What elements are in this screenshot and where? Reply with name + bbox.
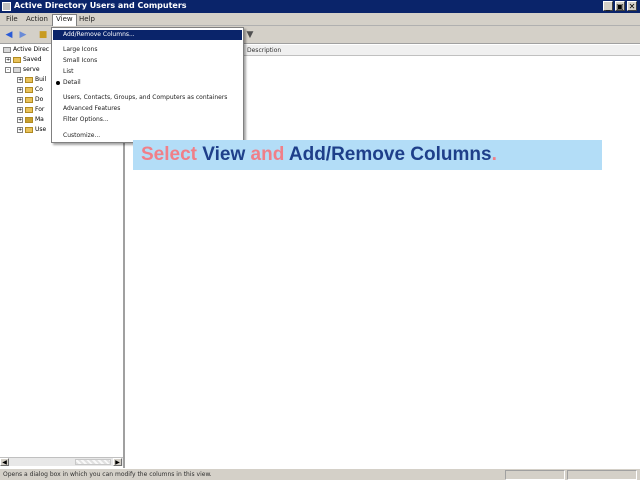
tree-item-label: Use: [35, 126, 47, 133]
status-panel: [505, 470, 565, 480]
radio-bullet-icon: [56, 81, 60, 85]
domain-icon: [13, 66, 21, 73]
tree-item-saved-queries[interactable]: + Saved: [5, 56, 42, 65]
tree-item-label: serve: [23, 66, 40, 73]
folder-icon: [25, 76, 33, 83]
folder-icon: [25, 96, 33, 103]
menu-item-small-icons[interactable]: Small Icons: [53, 56, 242, 66]
menu-separator: [56, 90, 240, 91]
collapse-icon[interactable]: -: [5, 66, 11, 73]
title-bar: Active Directory Users and Computers _ ▣…: [0, 0, 640, 13]
menu-file[interactable]: File: [6, 15, 18, 23]
menu-action[interactable]: Action: [26, 15, 48, 23]
scroll-thumb[interactable]: [75, 459, 111, 465]
tree-item-label: Co: [35, 86, 43, 93]
close-button[interactable]: ✕: [627, 1, 637, 11]
back-arrow-icon[interactable]: ◀: [3, 29, 15, 41]
tree-item-domain[interactable]: - serve: [5, 66, 40, 75]
expand-icon[interactable]: +: [17, 86, 23, 93]
scroll-left-icon[interactable]: ◀: [0, 458, 9, 466]
expand-icon[interactable]: +: [17, 96, 23, 103]
status-text: Opens a dialog box in which you can modi…: [3, 471, 212, 478]
tree-item-label: Do: [35, 96, 44, 103]
expand-icon[interactable]: +: [5, 56, 11, 63]
tree-item-label: Active Direc: [13, 46, 50, 53]
menu-item-filter-options[interactable]: Filter Options...: [53, 115, 242, 125]
folder-icon: [25, 126, 33, 133]
callout-word: Add/Remove Columns: [288, 144, 492, 165]
tree-item-users[interactable]: + Use: [17, 126, 46, 135]
menu-item-large-icons[interactable]: Large Icons: [53, 45, 242, 55]
menu-item-add-remove-columns[interactable]: Add/Remove Columns...: [53, 30, 242, 40]
menu-view[interactable]: View: [52, 14, 77, 26]
scroll-right-icon[interactable]: ▶: [113, 458, 122, 466]
tree-item-foreign-security[interactable]: + For: [17, 106, 44, 115]
status-panel: [567, 470, 637, 480]
menu-item-advanced-features[interactable]: Advanced Features: [53, 104, 242, 114]
maximize-button[interactable]: ▣: [615, 1, 625, 11]
tree-item-domain-controllers[interactable]: + Do: [17, 96, 43, 105]
filter-icon[interactable]: ▼: [244, 29, 256, 41]
column-description[interactable]: Description: [247, 47, 281, 54]
status-bar: Opens a dialog box in which you can modi…: [0, 468, 640, 480]
callout-word: .: [491, 144, 497, 165]
tree-item-label: Buil: [35, 76, 47, 83]
tree-item-root[interactable]: Active Direc: [3, 46, 49, 55]
expand-icon[interactable]: +: [17, 116, 23, 123]
folder-icon: [25, 106, 33, 113]
minimize-button[interactable]: _: [603, 1, 613, 11]
expand-icon[interactable]: +: [17, 106, 23, 113]
tree-item-label: Saved: [23, 56, 42, 63]
menu-item-detail[interactable]: Detail: [53, 78, 242, 88]
menu-help[interactable]: Help: [79, 15, 95, 23]
callout-word: and: [250, 144, 285, 165]
folder-icon: [25, 86, 33, 93]
tree-horizontal-scrollbar[interactable]: ◀ ▶: [0, 457, 123, 466]
menu-separator: [56, 127, 240, 128]
folder-up-icon[interactable]: ■: [37, 29, 49, 41]
menu-item-label: Detail: [63, 79, 81, 86]
folder-icon: [13, 56, 21, 63]
tree-item-label: For: [35, 106, 45, 113]
expand-icon[interactable]: +: [17, 76, 23, 83]
menu-bar: File Action View Help: [0, 13, 640, 26]
menu-item-users-as-containers[interactable]: Users, Contacts, Groups, and Computers a…: [53, 93, 242, 103]
app-icon: [2, 2, 11, 11]
callout-word: Select: [141, 144, 197, 165]
folder-icon: [25, 116, 33, 123]
view-menu-dropdown: Add/Remove Columns... Large Icons Small …: [51, 27, 244, 143]
ad-icon: [3, 46, 11, 53]
instruction-callout: Select View and Add/Remove Columns.: [133, 140, 602, 170]
tree-item-computers[interactable]: + Co: [17, 86, 43, 95]
forward-arrow-icon[interactable]: ▶: [17, 29, 29, 41]
window-title: Active Directory Users and Computers: [14, 1, 187, 10]
tree-item-managed[interactable]: + Ma: [17, 116, 44, 125]
menu-item-list[interactable]: List: [53, 67, 242, 77]
tree-item-builtin[interactable]: + Buil: [17, 76, 46, 85]
tree-item-label: Ma: [35, 116, 44, 123]
menu-separator: [56, 42, 240, 43]
expand-icon[interactable]: +: [17, 126, 23, 133]
callout-word: View: [202, 144, 246, 165]
